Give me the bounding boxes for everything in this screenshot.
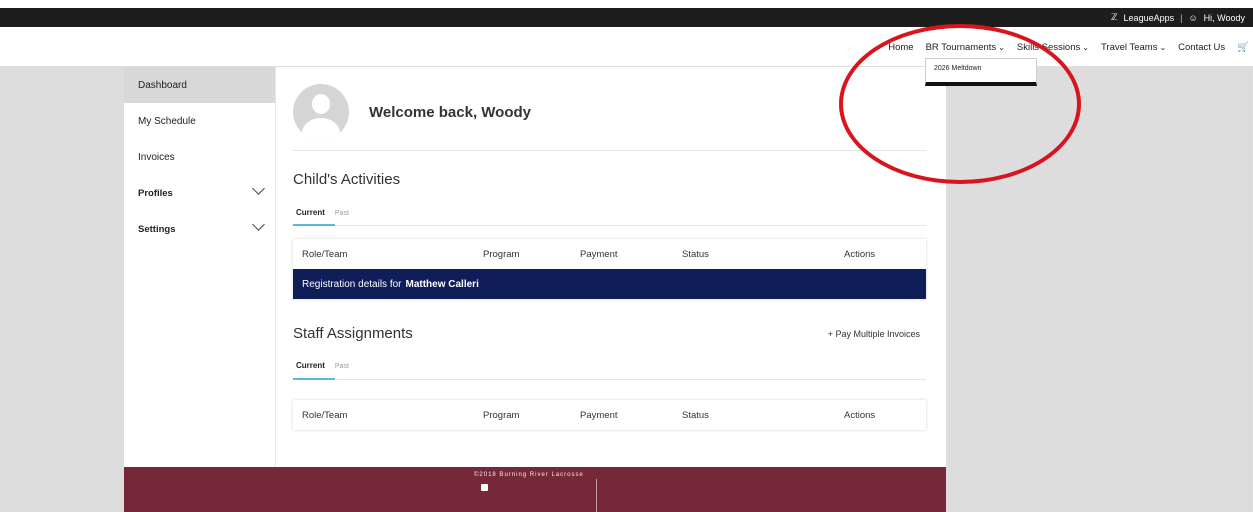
nav-br-tournaments-label: BR Tournaments bbox=[925, 41, 997, 53]
welcome-heading: Welcome back, Woody bbox=[369, 104, 531, 121]
main-content: Welcome back, Woody Child's Activities C… bbox=[276, 67, 946, 467]
topbar-separator: | bbox=[1180, 12, 1183, 23]
user-icon: ☺ bbox=[1188, 12, 1198, 23]
nav-skills-sessions[interactable]: Skills Sessions ⌄ bbox=[1017, 42, 1089, 53]
tab-divider bbox=[293, 225, 926, 226]
header-divider bbox=[293, 150, 926, 151]
avatar[interactable] bbox=[293, 84, 349, 140]
footer-copyright: ©2018 Burning River Lacrosse bbox=[474, 472, 584, 478]
avatar-body bbox=[302, 118, 340, 140]
child-activities-table: Role/Team Program Payment Status Actions… bbox=[293, 239, 926, 299]
column-payment: Payment bbox=[580, 249, 618, 260]
pay-multiple-invoices-button[interactable]: + Pay Multiple Invoices bbox=[828, 329, 920, 339]
chevron-down-icon bbox=[252, 218, 265, 231]
registration-name: Matthew Calleri bbox=[405, 278, 479, 290]
column-status: Status bbox=[682, 410, 709, 421]
column-program: Program bbox=[483, 410, 520, 421]
chevron-down-icon: ⌄ bbox=[998, 42, 1005, 52]
nav-skills-sessions-label: Skills Sessions bbox=[1016, 41, 1081, 53]
chevron-down-icon bbox=[252, 182, 265, 195]
sidebar-item-label: My Schedule bbox=[138, 115, 196, 127]
column-actions: Actions bbox=[844, 249, 876, 260]
chevron-down-icon: ⌄ bbox=[1159, 42, 1167, 52]
column-actions: Actions bbox=[844, 410, 876, 421]
staff-assignments-title: Staff Assignments bbox=[293, 325, 413, 342]
table-header: Role/Team Program Payment Status Actions bbox=[293, 239, 926, 269]
table-header: Role/Team Program Payment Status Actions bbox=[293, 400, 926, 430]
top-bar: ℤ LeagueApps | ☺ Hi, Woody bbox=[0, 8, 1253, 27]
column-program: Program bbox=[483, 249, 520, 260]
footer-logo-icon bbox=[481, 484, 488, 491]
sidebar: Dashboard My Schedule Invoices Profiles … bbox=[124, 67, 276, 467]
cart-icon[interactable]: 🛒 bbox=[1237, 42, 1249, 53]
child-activities-title: Child's Activities bbox=[293, 171, 401, 188]
tab-divider bbox=[293, 379, 926, 380]
sidebar-item-my-schedule[interactable]: My Schedule bbox=[124, 103, 275, 139]
user-greeting[interactable]: Hi, Woody bbox=[1204, 13, 1245, 23]
child-activities-tabs: Current Past bbox=[296, 208, 349, 222]
tab-current[interactable]: Current bbox=[296, 208, 325, 222]
registration-prefix: Registration details for bbox=[302, 278, 402, 290]
footer: ©2018 Burning River Lacrosse bbox=[124, 467, 946, 512]
sidebar-item-settings[interactable]: Settings bbox=[124, 211, 275, 247]
sidebar-item-label: Profiles bbox=[138, 187, 173, 199]
sidebar-item-invoices[interactable]: Invoices bbox=[124, 139, 275, 175]
tab-current[interactable]: Current bbox=[296, 361, 325, 375]
active-tab-indicator bbox=[293, 224, 335, 226]
nav-br-tournaments[interactable]: BR Tournaments ⌄ bbox=[926, 42, 1005, 53]
dropdown-item-2026-meltdown[interactable]: 2026 Meltdown bbox=[934, 65, 1028, 72]
column-role-team: Role/Team bbox=[302, 410, 348, 421]
br-tournaments-dropdown: 2026 Meltdown bbox=[925, 58, 1037, 86]
leagueapps-logo-icon: ℤ bbox=[1110, 12, 1118, 22]
column-status: Status bbox=[682, 249, 709, 260]
tab-past[interactable]: Past bbox=[335, 210, 349, 222]
staff-tabs: Current Past bbox=[296, 361, 349, 375]
registration-row[interactable]: Registration details for Matthew Calleri bbox=[293, 269, 926, 299]
sidebar-item-label: Settings bbox=[138, 223, 176, 235]
footer-divider bbox=[596, 479, 597, 512]
nav-contact-us-label: Contact Us bbox=[1178, 41, 1226, 53]
sidebar-item-dashboard[interactable]: Dashboard bbox=[124, 67, 275, 103]
column-role-team: Role/Team bbox=[302, 249, 348, 260]
nav-travel-teams-label: Travel Teams bbox=[1100, 41, 1158, 53]
leagueapps-link[interactable]: LeagueApps bbox=[1124, 13, 1175, 23]
column-payment: Payment bbox=[580, 410, 618, 421]
avatar-head bbox=[312, 94, 330, 114]
staff-assignments-table: Role/Team Program Payment Status Actions bbox=[293, 400, 926, 430]
active-tab-indicator bbox=[293, 378, 335, 380]
nav-home-label: Home bbox=[888, 41, 914, 53]
sidebar-item-label: Dashboard bbox=[138, 79, 187, 91]
sidebar-item-profiles[interactable]: Profiles bbox=[124, 175, 275, 211]
nav-home[interactable]: Home bbox=[888, 42, 913, 53]
sidebar-item-label: Invoices bbox=[138, 151, 175, 163]
main-nav: Home BR Tournaments ⌄ Skills Sessions ⌄ Tr… bbox=[888, 36, 1253, 58]
nav-travel-teams[interactable]: Travel Teams ⌄ bbox=[1101, 42, 1166, 53]
chevron-down-icon: ⌄ bbox=[1082, 42, 1089, 52]
nav-contact-us[interactable]: Contact Us bbox=[1178, 42, 1225, 53]
tab-past[interactable]: Past bbox=[335, 363, 349, 375]
